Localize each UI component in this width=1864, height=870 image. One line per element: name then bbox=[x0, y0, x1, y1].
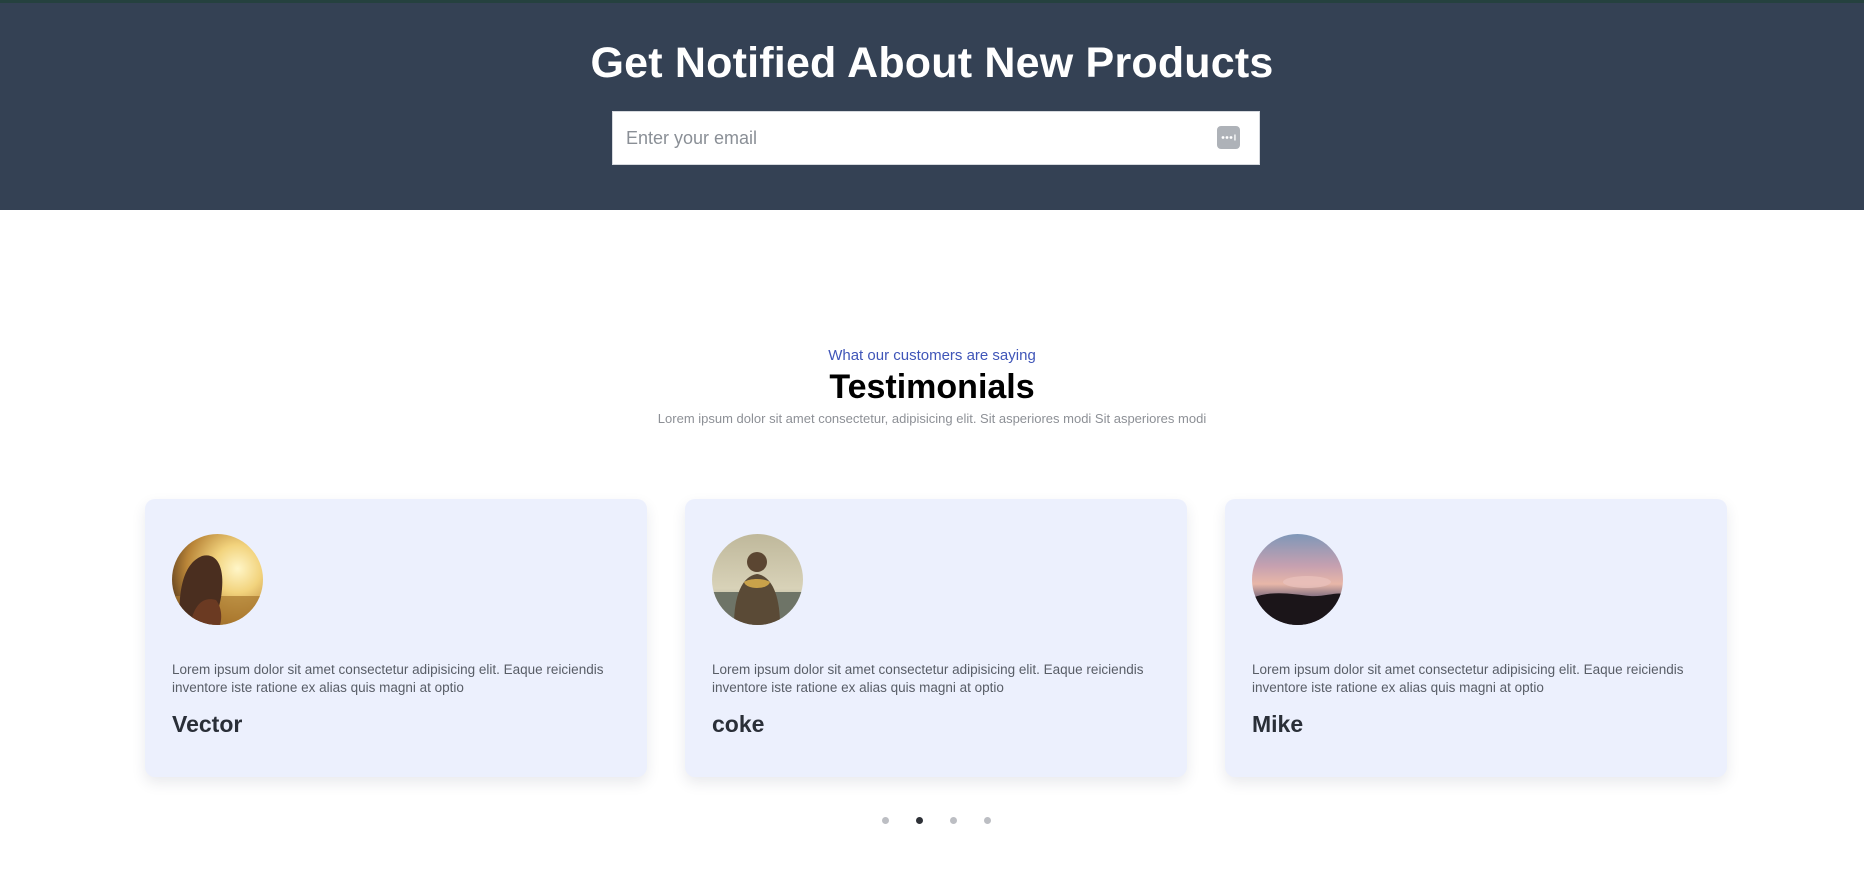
password-manager-icon[interactable] bbox=[1217, 126, 1240, 149]
carousel-dot-active[interactable] bbox=[916, 817, 923, 824]
carousel-dot[interactable] bbox=[984, 817, 991, 824]
testimonial-card: Lorem ipsum dolor sit amet consectetur a… bbox=[685, 499, 1187, 777]
testimonial-text: Lorem ipsum dolor sit amet consectetur a… bbox=[172, 662, 604, 695]
testimonial-name: coke bbox=[712, 711, 765, 737]
testimonial-text: Lorem ipsum dolor sit amet consectetur a… bbox=[712, 662, 1144, 695]
email-field[interactable] bbox=[612, 111, 1260, 165]
testimonial-text: Lorem ipsum dolor sit amet consectetur a… bbox=[1252, 662, 1684, 695]
carousel-dot[interactable] bbox=[882, 817, 889, 824]
testimonial-name: Vector bbox=[172, 711, 243, 737]
avatar bbox=[1252, 534, 1343, 625]
testimonials-eyebrow: What our customers are saying bbox=[828, 347, 1036, 364]
testimonials-title: Testimonials bbox=[829, 368, 1035, 406]
testimonials-subtitle: Lorem ipsum dolor sit amet consectetur, … bbox=[657, 411, 1207, 426]
email-input[interactable] bbox=[613, 112, 1193, 164]
avatar bbox=[172, 534, 263, 625]
avatar bbox=[712, 534, 803, 625]
newsletter-section: Get Notified About New Products bbox=[0, 3, 1864, 210]
newsletter-title: Get Notified About New Products bbox=[590, 39, 1274, 87]
testimonial-name: Mike bbox=[1252, 711, 1304, 737]
carousel-pagination bbox=[0, 817, 1864, 825]
carousel-dot[interactable] bbox=[950, 817, 957, 824]
testimonial-card: Lorem ipsum dolor sit amet consectetur a… bbox=[145, 499, 647, 777]
testimonial-card: Lorem ipsum dolor sit amet consectetur a… bbox=[1225, 499, 1727, 777]
